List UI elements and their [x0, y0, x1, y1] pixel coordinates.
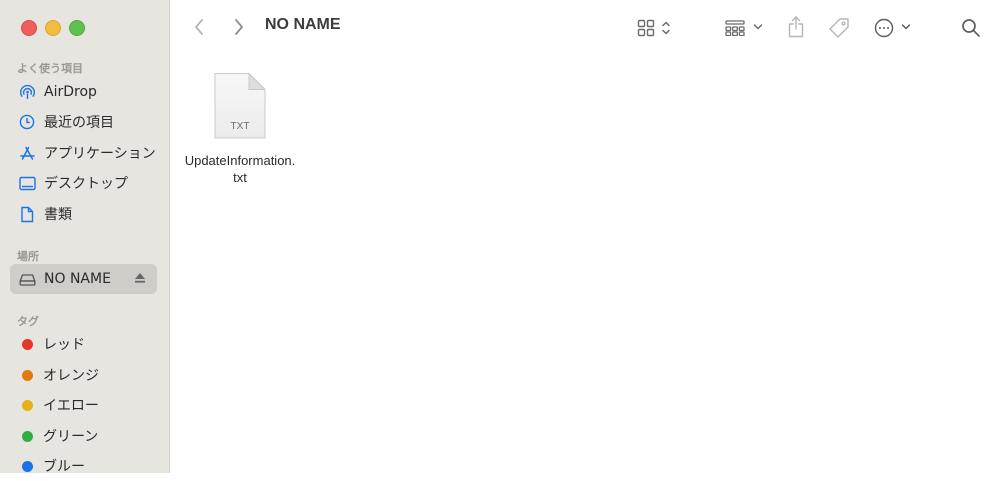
- orange-tag-dot: [22, 369, 33, 381]
- group-icon[interactable]: [724, 19, 746, 37]
- sidebar-item-label: オレンジ: [43, 368, 99, 384]
- sidebar-item-airdrop[interactable]: AirDrop: [10, 77, 157, 107]
- tag-icon[interactable]: [827, 16, 851, 40]
- minimize-button[interactable]: [45, 20, 61, 36]
- favorites-header: よく使う項目: [17, 62, 83, 75]
- sidebar-tag-yellow[interactable]: イエロー: [10, 390, 157, 420]
- blue-tag-dot: [22, 460, 33, 472]
- sidebar-tag-orange[interactable]: オレンジ: [10, 360, 157, 390]
- back-icon[interactable]: [192, 17, 206, 37]
- red-tag-dot: [22, 338, 33, 350]
- sidebar-item-recents[interactable]: 最近の項目: [10, 107, 157, 137]
- sidebar-item-label: アプリケーション: [44, 146, 156, 162]
- view-options-chevron-icon[interactable]: [660, 18, 672, 38]
- sidebar: よく使う項目 AirDrop 最近の項目 アプリケーション デスクトップ 書類 …: [0, 0, 170, 475]
- applications-icon: [18, 144, 36, 162]
- sidebar-item-label: NO NAME: [44, 271, 111, 287]
- grid-view-icon[interactable]: [636, 18, 656, 38]
- file-item[interactable]: TXT UpdateInformation.txt: [184, 72, 296, 186]
- desktop-icon: [18, 174, 36, 192]
- green-tag-dot: [22, 430, 33, 442]
- sidebar-item-label: AirDrop: [44, 84, 97, 100]
- sidebar-item-desktop[interactable]: デスクトップ: [10, 168, 157, 198]
- window-title: NO NAME: [265, 16, 341, 33]
- search-icon[interactable]: [960, 17, 982, 39]
- sidebar-item-label: イエロー: [43, 398, 99, 414]
- airdrop-icon: [18, 83, 36, 101]
- sidebar-item-label: レッド: [43, 337, 85, 353]
- sidebar-item-label: 書類: [44, 207, 72, 223]
- document-icon: [18, 205, 36, 223]
- toolbar: NO NAME: [170, 0, 1000, 56]
- window-controls: [21, 20, 85, 36]
- chevron-down-icon[interactable]: [752, 21, 764, 33]
- more-chevron-down-icon[interactable]: [900, 21, 912, 33]
- sidebar-item-label: グリーン: [43, 429, 99, 445]
- sidebar-item-documents[interactable]: 書類: [10, 199, 157, 229]
- locations-header: 場所: [17, 250, 39, 263]
- file-name: UpdateInformation.txt: [184, 153, 296, 185]
- sidebar-tag-red[interactable]: レッド: [10, 329, 157, 359]
- sidebar-tag-green[interactable]: グリーン: [10, 421, 157, 451]
- share-icon[interactable]: [786, 14, 806, 40]
- close-button[interactable]: [21, 20, 37, 36]
- clock-icon: [18, 113, 36, 131]
- sidebar-tag-blue[interactable]: ブルー: [10, 451, 157, 481]
- file-browser: TXT UpdateInformation.txt: [170, 56, 1000, 473]
- tags-header: タグ: [17, 315, 39, 328]
- forward-icon[interactable]: [232, 17, 246, 37]
- yellow-tag-dot: [22, 399, 33, 411]
- file-type-label: TXT: [230, 121, 250, 132]
- sidebar-item-no-name-drive[interactable]: NO NAME: [10, 264, 157, 294]
- sidebar-item-applications[interactable]: アプリケーション: [10, 138, 157, 168]
- zoom-button[interactable]: [69, 20, 85, 36]
- sidebar-item-label: 最近の項目: [44, 115, 114, 131]
- text-file-icon: [213, 72, 267, 144]
- more-icon[interactable]: [874, 18, 894, 38]
- drive-icon: [18, 270, 36, 288]
- sidebar-item-label: ブルー: [43, 459, 85, 475]
- sidebar-item-label: デスクトップ: [44, 176, 128, 192]
- eject-icon[interactable]: [134, 272, 146, 288]
